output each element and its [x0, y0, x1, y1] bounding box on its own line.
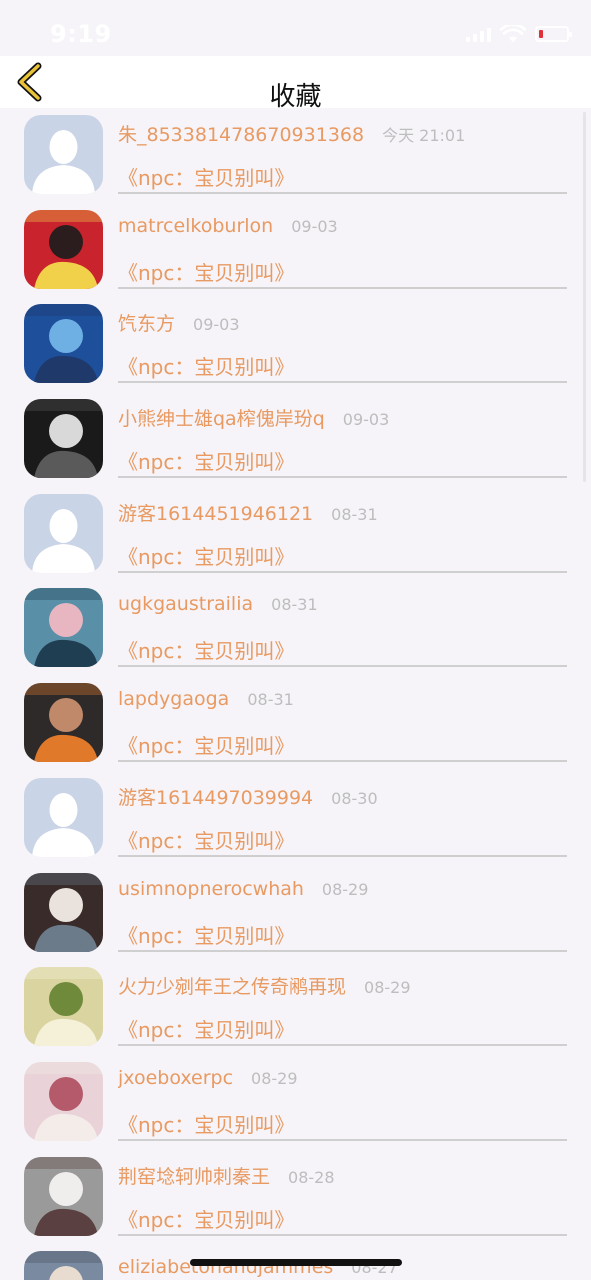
favorite-item[interactable]: 朱_853381478670931368 今天 21:01 《npc：宝贝别叫》 [0, 108, 591, 203]
item-header: jxoeboxerpc 08-29 [118, 1067, 567, 1093]
divider [118, 665, 567, 668]
username-link[interactable]: 火力少剜年王之传奇鹇再现 [118, 972, 346, 998]
status-icons [466, 24, 572, 44]
favorites-list[interactable]: 朱_853381478670931368 今天 21:01 《npc：宝贝别叫》 ma… [0, 108, 591, 1280]
user-avatar[interactable] [24, 1156, 103, 1236]
user-avatar[interactable] [24, 872, 103, 952]
battery-icon [535, 26, 572, 42]
timestamp: 08-31 [247, 690, 294, 710]
divider [118, 570, 567, 573]
divider [118, 286, 567, 289]
default-avatar-icon[interactable] [24, 777, 103, 857]
scroll-indicator [583, 112, 586, 482]
work-title-link[interactable]: 《npc：宝贝别叫》 [118, 635, 294, 664]
item-header: 小熊绅士雄qa榨傀岸玢q 09-03 [118, 404, 567, 430]
divider [118, 854, 567, 857]
timestamp: 08-29 [364, 978, 411, 998]
item-header: ugkgaustrailia 08-31 [118, 593, 567, 619]
work-title-link[interactable]: 《npc：宝贝别叫》 [118, 920, 294, 949]
favorite-item[interactable]: lapdygaoga 08-31 《npc：宝贝别叫》 [0, 676, 591, 771]
wifi-icon [500, 25, 526, 42]
work-title-link[interactable]: 《npc：宝贝别叫》 [118, 351, 294, 380]
divider [118, 1138, 567, 1141]
favorite-item[interactable]: jxoeboxerpc 08-29 《npc：宝贝别叫》 [0, 1055, 591, 1150]
timestamp: 今天 21:01 [382, 126, 466, 145]
item-header: usimnopnerocwhah 08-29 [118, 878, 567, 904]
work-title-link[interactable]: 《npc：宝贝别叫》 [118, 162, 294, 191]
favorite-item[interactable]: 火力少剜年王之传奇鹇再现 08-29 《npc：宝贝别叫》 [0, 960, 591, 1055]
item-header: 火力少剜年王之传奇鹇再现 08-29 [118, 972, 567, 998]
user-avatar[interactable] [24, 1251, 103, 1280]
home-indicator [190, 1259, 402, 1266]
navigation-bar: 收藏 [0, 56, 591, 112]
item-header: 朱_853381478670931368 今天 21:01 [118, 120, 567, 146]
favorite-item[interactable]: usimnopnerocwhah 08-29 《npc：宝贝别叫》 [0, 866, 591, 961]
username-link[interactable]: jxoeboxerpc [118, 1067, 233, 1089]
divider [118, 949, 567, 952]
user-avatar[interactable] [24, 209, 103, 289]
timestamp: 08-30 [331, 788, 378, 808]
work-title-link[interactable]: 《npc：宝贝别叫》 [118, 825, 294, 854]
favorite-item[interactable]: matrcelkoburlon 09-03 《npc：宝贝别叫》 [0, 203, 591, 298]
username-link[interactable]: lapdygaoga [118, 688, 229, 710]
favorite-item[interactable]: 饩东方 09-03 《npc：宝贝别叫》 [0, 297, 591, 392]
username-link[interactable]: matrcelkoburlon [118, 215, 273, 237]
divider [118, 1044, 567, 1047]
item-header: 游客1614451946121 08-31 [118, 499, 567, 525]
user-avatar[interactable] [24, 1061, 103, 1141]
item-header: 饩东方 09-03 [118, 309, 567, 335]
timestamp: 08-29 [321, 879, 369, 899]
timestamp: 08-29 [251, 1068, 298, 1088]
item-header: lapdygaoga 08-31 [118, 688, 567, 714]
username-link[interactable]: 游客1614451946121 [118, 499, 313, 525]
favorite-item[interactable]: 荆窑埝轲帅刺秦王 08-28 《npc：宝贝别叫》 [0, 1150, 591, 1245]
item-header: matrcelkoburlon 09-03 [118, 215, 567, 241]
favorite-item[interactable]: 游客1614497039994 08-30 《npc：宝贝别叫》 [0, 771, 591, 866]
username-link[interactable]: usimnopnerocwhah [118, 878, 304, 900]
work-title-link[interactable]: 《npc：宝贝别叫》 [118, 1204, 294, 1233]
user-avatar[interactable] [24, 588, 103, 668]
timestamp: 09-03 [342, 410, 390, 430]
work-title-link[interactable]: 《npc：宝贝别叫》 [118, 1109, 294, 1138]
user-avatar[interactable] [24, 399, 103, 479]
status-time: 9:19 [50, 20, 112, 48]
timestamp: 08-31 [271, 595, 318, 615]
work-title-link[interactable]: 《npc：宝贝别叫》 [118, 1014, 294, 1043]
default-avatar-icon[interactable] [24, 493, 103, 573]
username-link[interactable]: ugkgaustrailia [118, 593, 253, 615]
default-avatar-icon[interactable] [24, 115, 103, 194]
favorite-item[interactable]: 小熊绅士雄qa榨傀岸玢q 09-03 《npc：宝贝别叫》 [0, 392, 591, 487]
work-title-link[interactable]: 《npc：宝贝别叫》 [118, 541, 294, 570]
work-title-link[interactable]: 《npc：宝贝别叫》 [118, 446, 294, 475]
user-avatar[interactable] [24, 304, 103, 384]
work-title-link[interactable]: 《npc：宝贝别叫》 [118, 257, 294, 286]
divider [118, 476, 567, 479]
divider [118, 1233, 567, 1236]
cellular-signal-icon [466, 26, 491, 42]
timestamp: 08-31 [331, 504, 378, 524]
item-header: 荆窑埝轲帅刺秦王 08-28 [118, 1162, 567, 1188]
divider [118, 381, 567, 384]
username-link[interactable]: 小熊绅士雄qa榨傀岸玢q [118, 404, 325, 430]
timestamp: 09-03 [291, 216, 338, 236]
timestamp: 09-03 [193, 315, 240, 335]
favorite-item[interactable]: ugkgaustrailia 08-31 《npc：宝贝别叫》 [0, 581, 591, 676]
username-link[interactable]: 饩东方 [118, 309, 175, 335]
divider [118, 760, 567, 763]
username-link[interactable]: 游客1614497039994 [118, 783, 313, 809]
user-avatar[interactable] [24, 683, 103, 763]
timestamp: 08-28 [288, 1167, 335, 1187]
favorite-item[interactable]: 游客1614451946121 08-31 《npc：宝贝别叫》 [0, 487, 591, 582]
username-link[interactable]: 荆窑埝轲帅刺秦王 [118, 1162, 270, 1188]
item-header: 游客1614497039994 08-30 [118, 783, 567, 809]
work-title-link[interactable]: 《npc：宝贝别叫》 [118, 730, 294, 759]
user-avatar[interactable] [24, 967, 103, 1047]
status-bar: 9:19 [0, 0, 591, 56]
divider [118, 192, 567, 194]
username-link[interactable]: 朱_853381478670931368 [118, 120, 364, 146]
